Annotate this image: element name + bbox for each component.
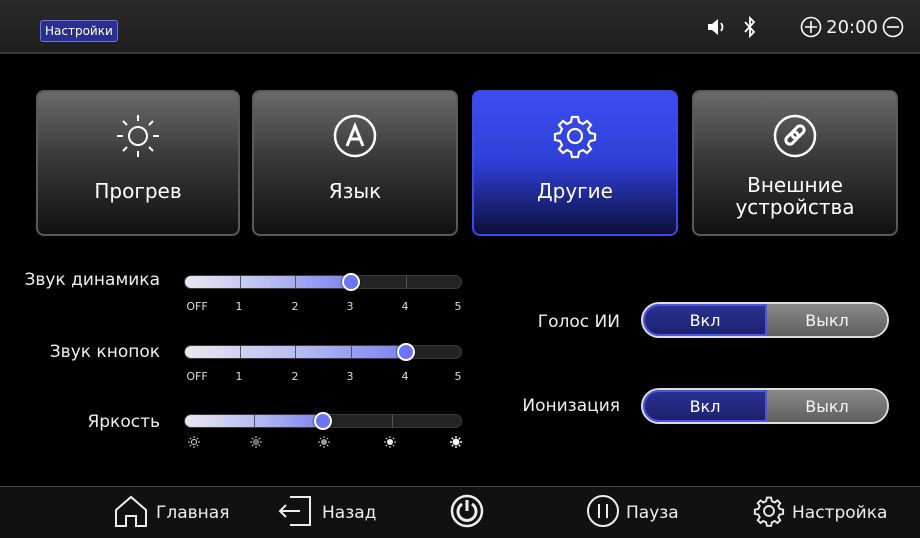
bluetooth-icon [742,16,758,38]
settings-button[interactable]: Настройка [752,493,887,533]
sun-icon [113,106,163,166]
ai-voice-on-option[interactable]: Вкл [643,304,767,336]
ionization-off-option[interactable]: Выкл [767,390,887,422]
tab-label: Внешние устройства [735,174,854,218]
gear-icon [551,106,599,166]
ionization-toggle[interactable]: Вкл Выкл [641,388,889,424]
tick-label: OFF [186,370,208,383]
button-sound-knob[interactable] [397,343,415,361]
ionization-label: Ионизация [522,396,620,416]
speaker-volume-label: Звук динамика [24,270,160,290]
tab-label: Другие [537,179,613,203]
speaker-icon [706,17,730,37]
minus-circle-icon[interactable] [882,16,904,38]
screen-title: Настройки [40,20,118,42]
letter-a-icon [331,106,379,166]
bottom-bar: Главная Назад Пауза Настройка [0,486,920,538]
sun-small-icon [316,436,332,449]
tick-label: 5 [454,370,462,383]
sun-small-icon [248,436,264,449]
tab-label: Прогрев [94,179,182,203]
tab-external-devices[interactable]: Внешние устройства [692,90,898,236]
tick-label: 4 [401,370,409,383]
gear-icon [752,494,786,533]
pause-label: Пауза [626,503,679,523]
ai-voice-off-option[interactable]: Выкл [767,304,887,336]
status-bar: Настройки 20:00 [0,0,920,54]
link-icon [771,106,819,166]
tick-label: 3 [346,370,354,383]
power-button[interactable] [449,493,485,533]
tick-label: 3 [346,300,354,313]
speaker-volume-knob[interactable] [342,273,360,291]
tab-language[interactable]: Язык [252,90,458,236]
status-icons: 20:00 [706,12,904,42]
pause-button[interactable]: Пауза [586,493,679,533]
brightness-knob[interactable] [314,412,332,430]
back-label: Назад [322,503,377,523]
brightness-label: Яркость [87,412,160,432]
tick-label: 5 [454,300,462,313]
tab-label-line2: устройства [735,195,855,219]
ai-voice-label: Голос ИИ [537,312,620,332]
home-icon [112,493,150,534]
button-sound-label: Звук кнопок [49,342,160,362]
tick-label: OFF [186,300,208,313]
tab-other[interactable]: Другие [472,90,678,236]
sun-small-icon [186,436,202,449]
sun-small-icon [448,436,464,449]
clock: 20:00 [826,16,878,38]
tick-label: 2 [291,300,299,313]
back-button[interactable]: Назад [276,493,376,533]
tab-label-line1: Внешние [747,173,843,197]
plus-circle-icon[interactable] [800,16,822,38]
home-label: Главная [156,503,230,523]
settings-label: Настройка [792,503,888,523]
sun-small-icon [382,436,398,449]
back-icon [276,494,316,533]
ionization-on-option[interactable]: Вкл [643,390,767,422]
tick-label: 1 [235,370,243,383]
tick-label: 1 [235,300,243,313]
tab-warmup[interactable]: Прогрев [36,90,240,236]
tab-label: Язык [328,179,382,203]
tick-label: 2 [291,370,299,383]
button-sound-slider[interactable] [184,345,462,359]
speaker-volume-slider[interactable] [184,275,462,289]
pause-icon [586,494,620,533]
ai-voice-toggle[interactable]: Вкл Выкл [641,302,889,338]
tick-label: 4 [401,300,409,313]
home-button[interactable]: Главная [112,493,229,533]
slider-fill [185,276,351,288]
power-icon [449,493,485,534]
